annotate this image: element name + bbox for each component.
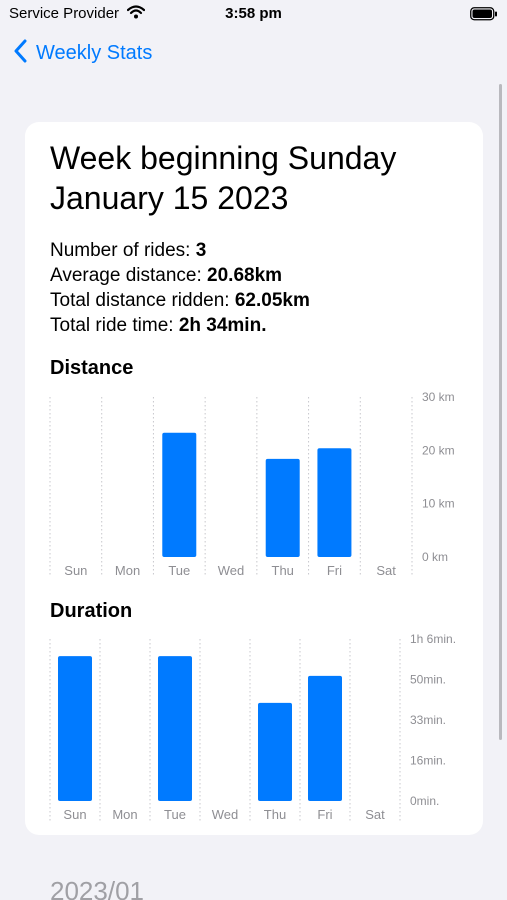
status-bar: Service Provider 3:58 pm: [0, 0, 507, 30]
distance-x-tick-label: Sun: [64, 563, 87, 578]
distance-y-tick-label: 0 km: [422, 550, 448, 564]
distance-bar-tue: [162, 432, 197, 557]
duration-y-tick-label: 0min.: [410, 794, 439, 808]
stat-value: 62.05km: [234, 290, 310, 311]
week-summary-card: Week beginning Sunday January 15 2023 Nu…: [25, 122, 483, 835]
stat-total-distance: Total distance ridden: 62.05km: [50, 288, 470, 313]
stat-value: 2h 34min.: [178, 315, 267, 336]
back-button[interactable]: Weekly Stats: [14, 39, 152, 68]
duration-chart-title: Duration: [50, 600, 133, 622]
week-title: Week beginning Sunday January 15 2023: [50, 140, 397, 216]
duration-x-tick-label: Tue: [164, 807, 186, 822]
duration-y-tick-label: 33min.: [410, 713, 446, 727]
distance-y-tick-label: 20 km: [422, 443, 455, 457]
distance-x-tick-label: Fri: [327, 563, 342, 578]
scrollbar[interactable]: [499, 84, 502, 740]
stat-label: Total distance ridden:: [50, 290, 235, 311]
distance-x-tick-label: Thu: [272, 563, 294, 578]
stat-label: Number of rides:: [50, 240, 196, 261]
stat-total-ride-time: Total ride time: 2h 34min.: [50, 313, 470, 338]
duration-x-tick-label: Fri: [317, 807, 332, 822]
duration-bar-tue: [158, 656, 192, 801]
stat-value: 3: [195, 240, 207, 261]
duration-y-tick-label: 1h 6min.: [410, 632, 456, 646]
chevron-left-icon: [14, 39, 28, 68]
stat-label: Total ride time:: [50, 315, 179, 336]
duration-x-tick-label: Thu: [264, 807, 286, 822]
distance-y-tick-label: 30 km: [422, 390, 455, 404]
stat-value: 20.68km: [207, 265, 283, 286]
distance-chart: 0 km 10 km 20 km 30 km Sun Mon Tue Wed Thu Fri Sat: [49, 390, 455, 578]
stats-list: Number of rides: 3 Average distance: 20.…: [50, 238, 470, 338]
distance-x-tick-label: Sat: [376, 563, 396, 578]
next-section-title: 2023/01: [50, 876, 144, 900]
stat-number-of-rides: Number of rides: 3: [50, 238, 470, 263]
navigation-bar: Weekly Stats: [0, 36, 507, 70]
battery-icon: [470, 7, 498, 26]
stat-label: Average distance:: [50, 265, 208, 286]
duration-y-tick-label: 16min.: [410, 754, 446, 768]
distance-x-tick-label: Mon: [115, 563, 140, 578]
distance-y-tick-label: 10 km: [422, 497, 455, 511]
duration-y-tick-label: 50min.: [410, 673, 446, 687]
distance-chart-title: Distance: [50, 357, 134, 379]
duration-x-tick-label: Mon: [112, 807, 137, 822]
duration-bar-thu: [258, 702, 292, 801]
duration-x-tick-label: Wed: [212, 807, 239, 822]
duration-chart: 0min. 16min. 33min. 50min. 1h 6min. Sun Mon Tue…: [49, 632, 456, 822]
status-time: 3:58 pm: [225, 5, 282, 22]
duration-x-tick-label: Sat: [365, 807, 385, 822]
back-button-label: Weekly Stats: [36, 42, 153, 64]
distance-bar-thu: [265, 458, 300, 557]
distance-bar-fri: [317, 448, 352, 557]
distance-x-tick-label: Tue: [168, 563, 190, 578]
duration-x-tick-label: Sun: [63, 807, 86, 822]
distance-x-tick-label: Wed: [218, 563, 245, 578]
duration-bar-sun: [58, 656, 92, 801]
stat-average-distance: Average distance: 20.68km: [50, 263, 470, 288]
duration-bar-fri: [308, 675, 342, 801]
